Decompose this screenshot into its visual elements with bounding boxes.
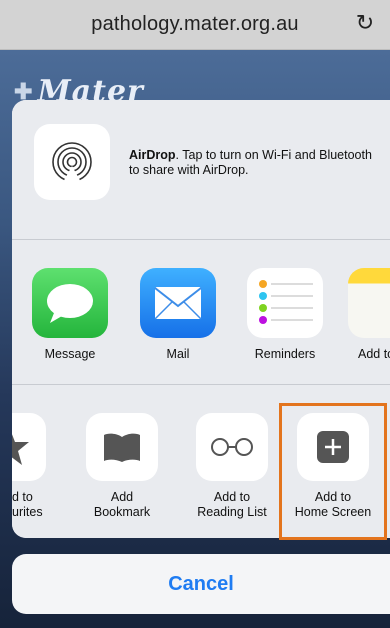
- action-label: Add Bookmark: [93, 490, 151, 519]
- action-label: Add to Reading List: [197, 490, 267, 519]
- action-add-bookmark[interactable]: Add Bookmark: [74, 413, 170, 531]
- share-app-reminders[interactable]: Reminders: [245, 268, 325, 378]
- share-app-label: Mail: [166, 347, 190, 361]
- airdrop-icon[interactable]: [34, 124, 110, 200]
- action-add-to-favourites[interactable]: d to urites: [12, 413, 46, 531]
- airdrop-title: AirDrop: [129, 148, 176, 162]
- notes-icon: [348, 268, 390, 338]
- airdrop-row: AirDrop. Tap to turn on Wi-Fi and Blueto…: [12, 100, 390, 240]
- airdrop-description: AirDrop. Tap to turn on Wi-Fi and Blueto…: [129, 148, 379, 178]
- share-app-label: Reminders: [254, 347, 316, 361]
- share-apps-row: Message Mail Reminders Add t: [12, 240, 390, 385]
- mail-icon: [140, 268, 216, 338]
- message-icon: [32, 268, 108, 338]
- url-text: pathology.mater.org.au: [91, 13, 299, 35]
- url-bar[interactable]: pathology.mater.org.au ↻: [0, 0, 390, 50]
- reminders-icon: [247, 268, 323, 338]
- share-app-message[interactable]: Message: [30, 268, 110, 378]
- share-app-label: Message: [44, 347, 96, 361]
- action-label: d to urites: [12, 490, 43, 519]
- highlight-box: [279, 403, 387, 540]
- reload-icon[interactable]: ↻: [354, 12, 376, 34]
- action-add-to-reading-list[interactable]: Add to Reading List: [184, 413, 280, 531]
- bookmark-icon: [86, 413, 158, 481]
- reading-list-icon: [196, 413, 268, 481]
- share-app-mail[interactable]: Mail: [138, 268, 218, 378]
- cancel-button[interactable]: Cancel: [12, 554, 390, 614]
- share-app-label: Add to: [358, 347, 390, 361]
- star-icon: [12, 413, 46, 481]
- share-app-notes[interactable]: Add to: [348, 268, 390, 378]
